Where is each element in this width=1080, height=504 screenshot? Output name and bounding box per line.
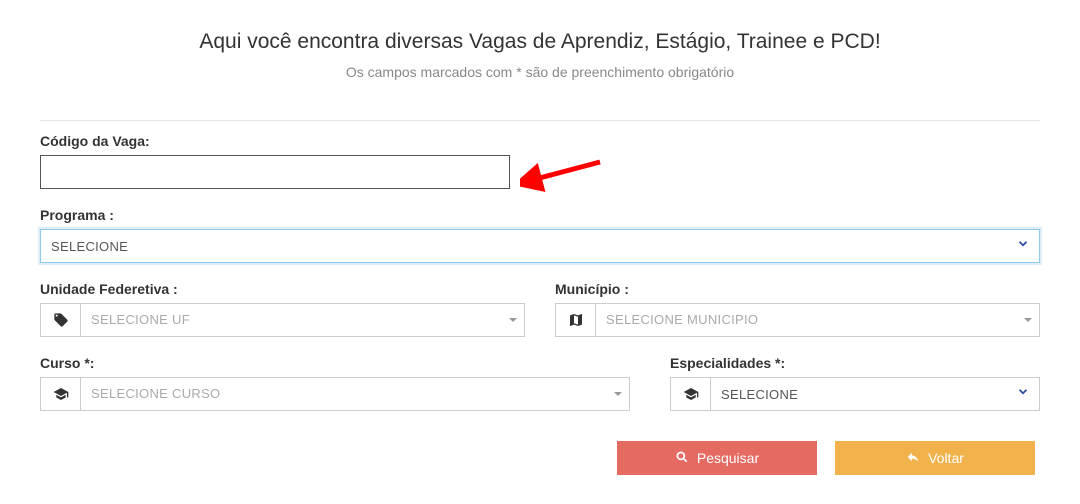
- search-icon: [675, 450, 689, 467]
- especialidades-select[interactable]: SELECIONE: [710, 377, 1040, 411]
- reply-icon: [906, 450, 920, 467]
- codigo-input[interactable]: [40, 155, 510, 189]
- municipio-label: Município :: [555, 281, 1040, 297]
- codigo-label: Código da Vaga:: [40, 133, 510, 149]
- tag-icon: [40, 303, 80, 337]
- map-icon: [555, 303, 595, 337]
- form-header: Aqui você encontra diversas Vagas de Apr…: [40, 30, 1040, 80]
- divider: [40, 120, 1040, 121]
- municipio-select[interactable]: SELECIONE MUNICIPIO: [595, 303, 1040, 337]
- uf-select[interactable]: SELECIONE UF: [80, 303, 525, 337]
- curso-select[interactable]: SELECIONE CURSO: [80, 377, 630, 411]
- curso-label: Curso *:: [40, 355, 630, 371]
- especialidades-label: Especialidades *:: [670, 355, 1040, 371]
- programa-select[interactable]: SELECIONE: [40, 229, 1040, 263]
- back-button-label: Voltar: [928, 450, 964, 466]
- back-button[interactable]: Voltar: [835, 441, 1035, 475]
- page-subtitle: Os campos marcados com * são de preenchi…: [40, 64, 1040, 80]
- graduation-cap-icon: [40, 377, 80, 411]
- search-button[interactable]: Pesquisar: [617, 441, 817, 475]
- search-button-label: Pesquisar: [697, 450, 759, 466]
- programa-label: Programa :: [40, 207, 1040, 223]
- graduation-cap-icon: [670, 377, 710, 411]
- page-title: Aqui você encontra diversas Vagas de Apr…: [40, 30, 1040, 54]
- uf-label: Unidade Federetiva :: [40, 281, 525, 297]
